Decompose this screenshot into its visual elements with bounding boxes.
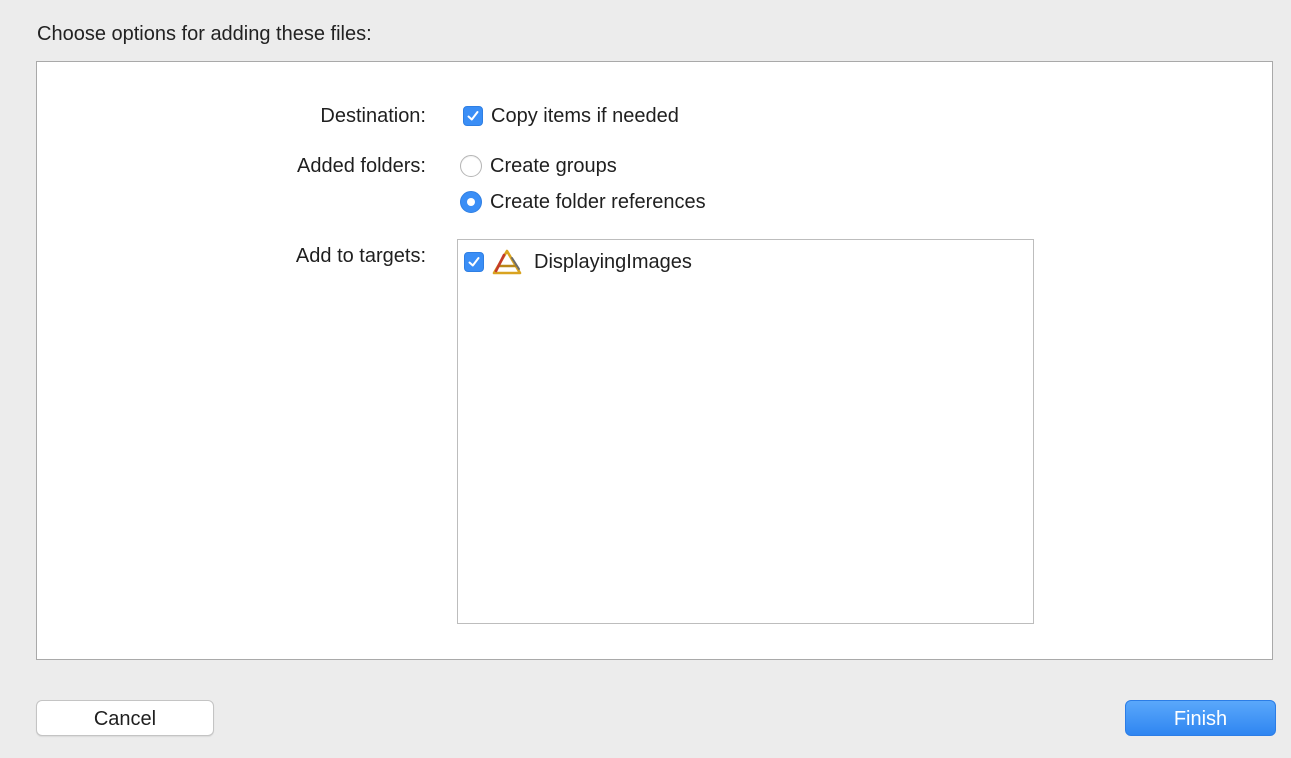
create-folder-references-label: Create folder references (490, 191, 706, 213)
add-to-targets-label: Add to targets: (295, 245, 426, 267)
cancel-button[interactable]: Cancel (36, 700, 214, 736)
options-panel: Destination: Copy items if needed Added … (36, 61, 1273, 660)
copy-items-label: Copy items if needed (491, 105, 679, 127)
target-name: DisplayingImages (534, 251, 692, 273)
add-files-options-sheet: Choose options for adding these files: D… (0, 0, 1291, 758)
create-groups-radio[interactable]: Create groups (460, 154, 617, 178)
xcode-app-icon (492, 249, 522, 275)
create-folder-references-radio[interactable]: Create folder references (460, 190, 706, 214)
added-folders-label: Added folders: (297, 155, 426, 177)
destination-label: Destination: (320, 105, 426, 127)
checkmark-icon (463, 106, 483, 126)
finish-button[interactable]: Finish (1125, 700, 1276, 736)
target-row[interactable]: DisplayingImages (464, 249, 692, 275)
copy-items-checkbox[interactable]: Copy items if needed (463, 104, 679, 128)
create-groups-label: Create groups (490, 155, 617, 177)
checkmark-icon[interactable] (464, 252, 484, 272)
radio-selected-icon (460, 191, 482, 213)
targets-list[interactable]: DisplayingImages (457, 239, 1034, 624)
radio-unselected-icon (460, 155, 482, 177)
sheet-heading: Choose options for adding these files: (37, 23, 372, 45)
